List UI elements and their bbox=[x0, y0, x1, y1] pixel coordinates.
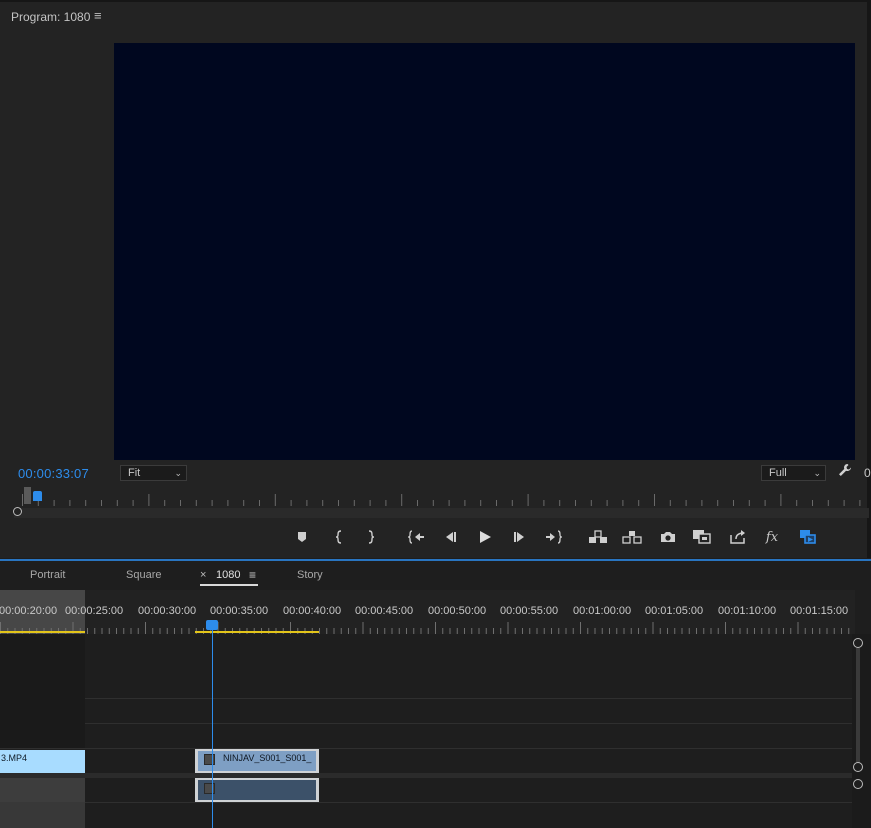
program-monitor-title[interactable]: Program: 1080 bbox=[11, 10, 90, 24]
panel-menu-icon[interactable]: ≡ bbox=[94, 8, 102, 23]
monitor-time-ruler[interactable] bbox=[22, 492, 867, 506]
multi-camera-button[interactable] bbox=[797, 527, 819, 547]
mark-out-button[interactable] bbox=[360, 527, 382, 547]
ruler-label: 00:00:55:00 bbox=[500, 605, 559, 617]
add-marker-button[interactable] bbox=[291, 527, 313, 547]
go-to-in-button[interactable] bbox=[405, 527, 427, 547]
ruler-label: 00:01:15:00 bbox=[790, 605, 849, 617]
ruler-label: 00:00:20:00 bbox=[0, 605, 58, 617]
clip-label: 3.MP4 bbox=[1, 753, 28, 763]
ruler-label: 00:01:10:00 bbox=[718, 605, 777, 617]
mark-in-icon bbox=[335, 530, 342, 544]
video-audio-separator[interactable] bbox=[0, 773, 852, 778]
export-frame-button[interactable] bbox=[657, 527, 679, 547]
track-divider bbox=[0, 802, 852, 803]
video-clip[interactable]: 3.MP4 bbox=[0, 750, 85, 773]
ruler-label: 00:00:30:00 bbox=[138, 605, 197, 617]
fx-badge-icon bbox=[204, 754, 215, 765]
work-area-bar bbox=[195, 631, 319, 633]
chevron-down-icon: ⌄ bbox=[174, 468, 182, 478]
step-forward-button[interactable] bbox=[509, 527, 531, 547]
scroll-handle-top[interactable] bbox=[853, 638, 863, 648]
go-to-out-icon bbox=[546, 530, 563, 544]
panel-top-border bbox=[0, 0, 871, 2]
step-back-icon bbox=[446, 532, 456, 542]
audio-clip[interactable] bbox=[195, 778, 319, 802]
mark-out-icon bbox=[368, 530, 375, 544]
fx-badge-icon bbox=[204, 783, 215, 794]
play-icon bbox=[480, 531, 491, 543]
zoom-level-dropdown[interactable]: Fit ⌄ bbox=[120, 465, 187, 481]
truncated-label: 0 bbox=[864, 466, 871, 480]
ruler-label: 00:00:50:00 bbox=[428, 605, 487, 617]
step-forward-icon bbox=[514, 532, 524, 542]
extract-icon bbox=[622, 531, 642, 544]
chevron-down-icon: ⌄ bbox=[813, 468, 821, 478]
track-divider bbox=[85, 723, 852, 724]
fx-button[interactable]: fx bbox=[761, 527, 783, 547]
go-to-out-button[interactable] bbox=[543, 527, 565, 547]
track-divider bbox=[0, 748, 852, 749]
share-button[interactable] bbox=[727, 527, 749, 547]
monitor-zoom-scrollbar[interactable] bbox=[14, 508, 869, 518]
vertical-scroll-track[interactable] bbox=[856, 648, 860, 762]
wrench-icon[interactable] bbox=[838, 463, 852, 480]
go-to-in-icon bbox=[407, 530, 424, 544]
tab-story[interactable]: Story bbox=[297, 569, 323, 581]
track-header-a2[interactable] bbox=[0, 802, 85, 828]
timeline-playhead[interactable] bbox=[206, 620, 218, 630]
marker-icon bbox=[298, 532, 306, 542]
monitor-in-point-marker bbox=[24, 487, 31, 504]
close-icon[interactable]: × bbox=[200, 569, 206, 581]
comparison-view-button[interactable] bbox=[691, 527, 713, 547]
camera-icon bbox=[661, 532, 675, 542]
video-clip[interactable]: NINJAV_S001_S001_ bbox=[195, 749, 319, 773]
ruler-label: 00:00:35:00 bbox=[210, 605, 269, 617]
ruler-label: 00:00:45:00 bbox=[355, 605, 414, 617]
ruler-label: 00:00:40:00 bbox=[283, 605, 342, 617]
play-button[interactable] bbox=[474, 527, 496, 547]
comparison-icon bbox=[693, 530, 711, 544]
extract-button[interactable] bbox=[621, 527, 643, 547]
playhead-timecode[interactable]: 00:00:33:07 bbox=[18, 466, 89, 481]
program-video-frame[interactable] bbox=[114, 43, 855, 460]
multicam-icon bbox=[800, 530, 816, 544]
audio-scroll-handle[interactable] bbox=[853, 779, 863, 789]
clip-label: NINJAV_S001_S001_ bbox=[223, 753, 312, 763]
work-area-bar bbox=[0, 631, 85, 633]
tab-square[interactable]: Square bbox=[126, 569, 161, 581]
tab-1080[interactable]: 1080 bbox=[216, 569, 240, 581]
playhead-line bbox=[212, 630, 213, 828]
mark-in-button[interactable] bbox=[328, 527, 350, 547]
monitor-playhead[interactable] bbox=[33, 491, 42, 501]
track-header-a1[interactable] bbox=[0, 778, 85, 802]
ruler-label: 00:01:05:00 bbox=[645, 605, 704, 617]
active-tab-indicator bbox=[200, 584, 258, 586]
ruler-label: 00:01:00:00 bbox=[573, 605, 632, 617]
vertical-scrollbar[interactable] bbox=[852, 634, 871, 828]
track-divider bbox=[85, 698, 852, 699]
zoom-level-value: Fit bbox=[128, 467, 141, 479]
share-icon bbox=[730, 530, 745, 544]
zoom-handle[interactable] bbox=[13, 507, 22, 516]
lift-icon bbox=[589, 530, 607, 543]
tab-menu-icon[interactable]: ≡ bbox=[249, 568, 256, 582]
scroll-handle-bottom[interactable] bbox=[853, 762, 863, 772]
fx-icon: fx bbox=[765, 529, 779, 545]
ruler-label: 00:00:25:00 bbox=[65, 605, 124, 617]
tab-portrait[interactable]: Portrait bbox=[30, 569, 65, 581]
lift-button[interactable] bbox=[587, 527, 609, 547]
track-header-empty bbox=[0, 634, 85, 749]
playback-resolution-dropdown[interactable]: Full ⌄ bbox=[761, 465, 826, 481]
playback-resolution-value: Full bbox=[769, 467, 787, 479]
ruler-ticks bbox=[0, 622, 850, 634]
step-back-button[interactable] bbox=[439, 527, 461, 547]
